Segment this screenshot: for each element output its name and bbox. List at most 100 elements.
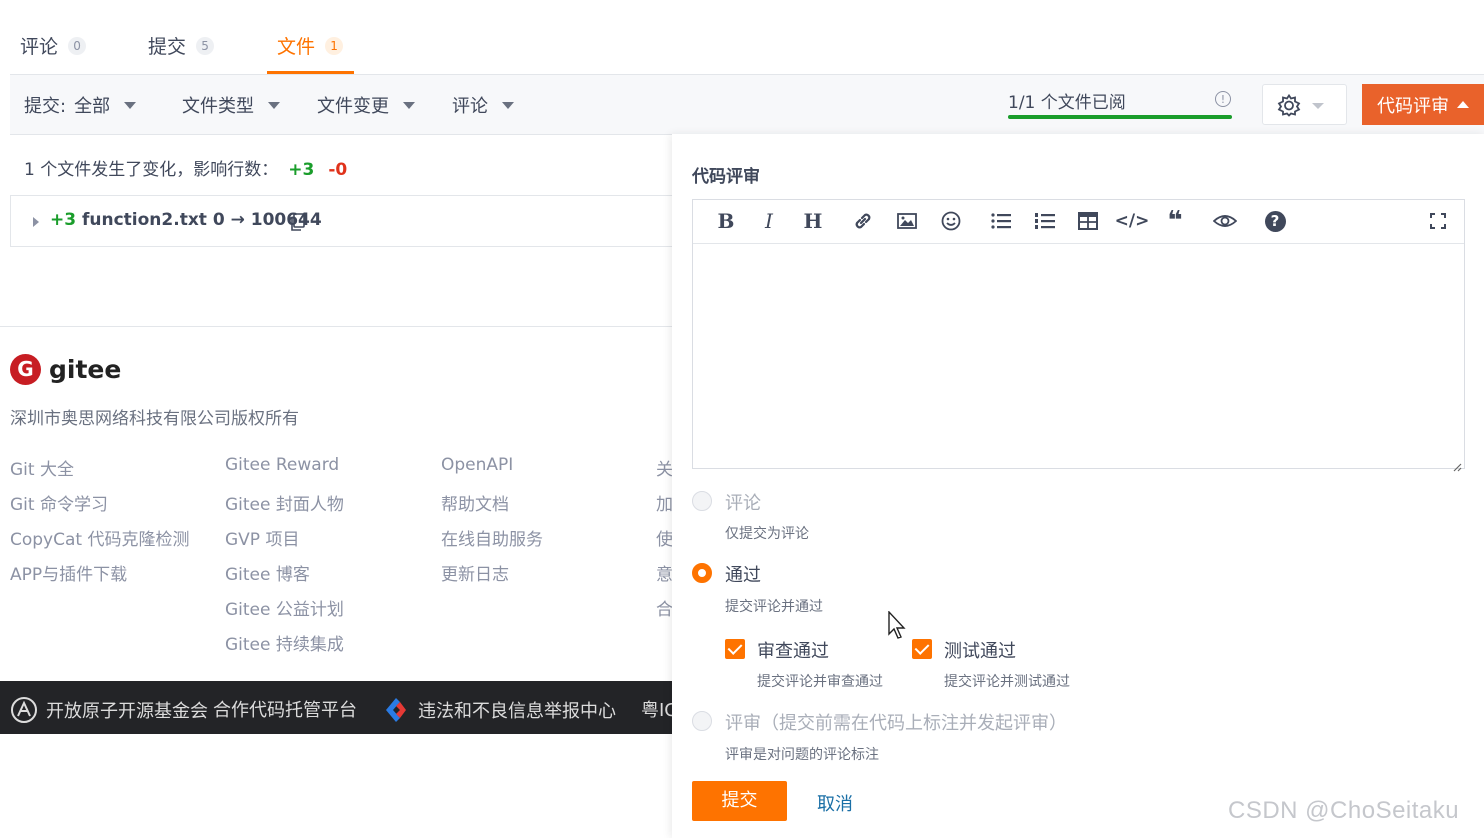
footer-link[interactable]: Gitee 公益计划	[225, 595, 344, 620]
resize-handle[interactable]	[1452, 457, 1462, 472]
resize-grip-icon	[1453, 463, 1462, 472]
chevron-down-icon	[268, 101, 280, 109]
footer-link[interactable]: 关	[656, 455, 673, 480]
checkbox-review-passed-desc: 提交评论并审查通过	[757, 674, 883, 690]
settings-button[interactable]	[1262, 84, 1347, 125]
report-center-link[interactable]: 违法和不良信息举报中心	[382, 696, 616, 724]
footer-link[interactable]: 合	[656, 595, 673, 620]
footer-link[interactable]: Gitee 封面人物	[225, 490, 344, 515]
footer-link[interactable]: Gitee 持续集成	[225, 630, 344, 655]
change-summary-text: 1 个文件发生了变化，影响行数：	[24, 160, 279, 180]
openatom-icon	[11, 697, 37, 723]
tab-comments-count: 0	[68, 36, 87, 55]
file-type-label: 文件类型	[182, 96, 254, 117]
radio-review-desc: 评审是对问题的评论标注	[725, 747, 879, 763]
gitee-logo-mark: G	[10, 354, 41, 385]
footer-link[interactable]: 在线自助服务	[441, 525, 543, 550]
radio-review[interactable]	[692, 711, 712, 731]
heading-button[interactable]: H	[800, 208, 826, 234]
gear-icon	[1277, 93, 1324, 117]
commit-filter-value: 全部	[74, 96, 111, 117]
checkbox-test-passed-label: 测试通过	[944, 641, 1016, 662]
radio-review-label: 评审（提交前需在代码上标注并发起评审）	[725, 713, 1067, 734]
link-button[interactable]	[850, 208, 876, 234]
comment-filter-dropdown[interactable]: 评论	[452, 92, 514, 118]
lines-added: +3	[288, 160, 315, 180]
checkbox-test-passed[interactable]	[912, 639, 932, 659]
footer-link[interactable]: APP与插件下载	[10, 560, 127, 585]
fullscreen-button[interactable]	[1425, 208, 1451, 234]
bold-button[interactable]: B	[713, 208, 739, 234]
openatom-text: 开放原子开源基金会	[46, 701, 208, 722]
emoji-button[interactable]	[938, 208, 964, 234]
code-button[interactable]: </>	[1115, 208, 1150, 234]
info-icon[interactable]: !	[1215, 91, 1231, 107]
partner-platform-link[interactable]: 合作代码托管平台	[213, 696, 357, 722]
code-review-button-label: 代码评审	[1377, 95, 1449, 117]
footer-link[interactable]: OpenAPI	[441, 455, 513, 475]
preview-button[interactable]	[1212, 208, 1238, 234]
file-path: function2.txt 0 → 100644	[82, 210, 322, 230]
panel-title: 代码评审	[692, 167, 760, 187]
file-type-dropdown[interactable]: 文件类型	[182, 92, 280, 118]
footer-link[interactable]: 意	[656, 560, 673, 585]
footer-link[interactable]: CopyCat 代码克隆检测	[10, 525, 189, 550]
cancel-button[interactable]: 取消	[817, 790, 853, 816]
file-change-dropdown[interactable]: 文件变更	[317, 92, 415, 118]
submit-button[interactable]: 提交	[692, 781, 787, 821]
tab-files-count: 1	[325, 36, 344, 55]
openatom-link[interactable]: 开放原子开源基金会	[10, 696, 208, 724]
checkbox-review-passed-label: 审查通过	[757, 641, 829, 662]
bulleted-list-icon	[991, 213, 1011, 229]
footer-link[interactable]: 更新日志	[441, 560, 509, 585]
italic-button[interactable]: I	[756, 208, 782, 234]
table-icon	[1078, 212, 1098, 230]
file-diff-header[interactable]: +3 function2.txt 0 → 100644	[10, 195, 672, 247]
footer-link[interactable]: 使	[656, 525, 673, 550]
gitee-logo[interactable]: G gitee	[10, 354, 121, 385]
copyright-text: 深圳市奥思网络科技有限公司版权所有	[10, 409, 299, 429]
footer-link[interactable]: Gitee Reward	[225, 455, 339, 475]
code-review-toggle-button[interactable]: 代码评审	[1362, 84, 1484, 125]
checkbox-review-passed[interactable]	[725, 639, 745, 659]
numbered-list-icon	[1035, 213, 1055, 229]
footer-link[interactable]: Git 命令学习	[10, 490, 108, 515]
lines-removed: -0	[328, 160, 348, 180]
table-button[interactable]	[1075, 208, 1101, 234]
file-change-label: 文件变更	[317, 96, 389, 117]
footer-link[interactable]: GVP 项目	[225, 525, 299, 550]
tab-files[interactable]: 文件 1	[277, 32, 344, 59]
numbered-list-button[interactable]	[1032, 208, 1058, 234]
help-icon: ?	[1264, 210, 1286, 232]
bulleted-list-button[interactable]	[988, 208, 1014, 234]
help-button[interactable]: ?	[1262, 208, 1288, 234]
image-button[interactable]	[894, 208, 920, 234]
radio-comment-label: 评论	[725, 493, 761, 514]
file-name: +3 function2.txt 0 → 100644	[50, 210, 322, 230]
comment-filter-label: 评论	[452, 96, 488, 117]
tab-commits[interactable]: 提交 5	[148, 32, 215, 59]
copy-icon[interactable]	[290, 213, 306, 232]
radio-approve[interactable]	[692, 563, 712, 583]
icp-link[interactable]: 粤IC	[641, 696, 672, 722]
commit-filter-dropdown[interactable]: 提交: 全部	[24, 92, 137, 118]
files-viewed-text: 1/1 个文件已阅	[1008, 93, 1126, 113]
radio-comment-desc: 仅提交为评论	[725, 526, 809, 542]
eye-icon	[1213, 215, 1237, 227]
fullscreen-icon	[1430, 213, 1446, 229]
mouse-cursor-icon	[888, 611, 906, 639]
footer-bar: 开放原子开源基金会 合作代码托管平台 违法和不良信息举报中心 粤IC	[0, 681, 672, 734]
footer-link[interactable]: 加	[656, 490, 673, 515]
expand-triangle-icon[interactable]	[33, 217, 39, 227]
footer-link[interactable]: 帮助文档	[441, 490, 509, 515]
footer-link[interactable]: Gitee 博客	[225, 560, 310, 585]
footer-link[interactable]: Git 大全	[10, 455, 74, 480]
report-center-text: 违法和不良信息举报中心	[418, 701, 616, 722]
tab-commits-count: 5	[196, 36, 215, 55]
quote-button[interactable]: ❝	[1162, 206, 1188, 236]
radio-comment[interactable]	[692, 491, 712, 511]
files-viewed-progress-fill	[1008, 115, 1232, 119]
tab-comments[interactable]: 评论 0	[20, 32, 87, 59]
gitee-logo-text: gitee	[49, 355, 122, 384]
chevron-down-icon	[124, 101, 137, 109]
